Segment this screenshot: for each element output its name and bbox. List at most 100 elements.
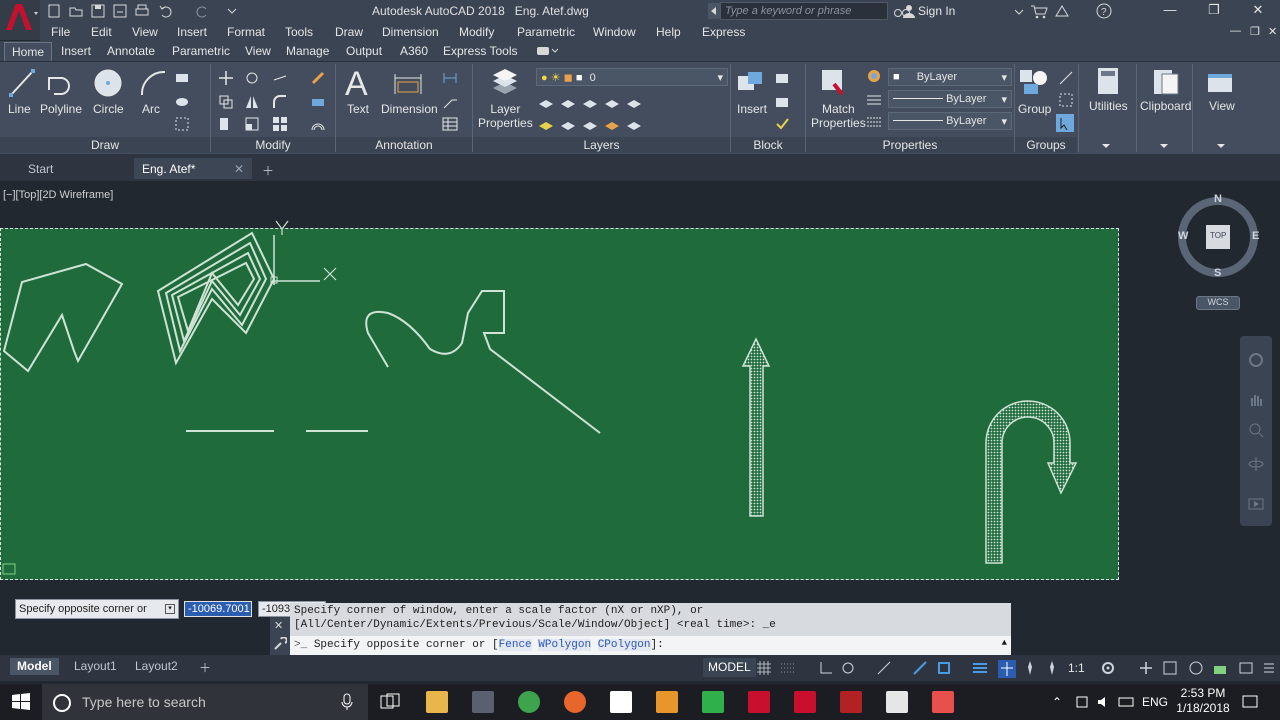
menu-help[interactable]: Help (656, 25, 681, 39)
lineweight-display-icon[interactable] (972, 660, 988, 676)
layer-walk-icon[interactable] (626, 116, 642, 132)
clipboard-button[interactable]: Clipboard (1140, 99, 1191, 113)
layer-off-icon[interactable] (538, 94, 554, 110)
undo-icon[interactable] (158, 3, 174, 19)
minimize-button[interactable]: — (1150, 2, 1190, 20)
line-icon[interactable] (8, 68, 36, 101)
workspace-gear-icon[interactable] (1100, 660, 1116, 676)
circle-icon[interactable] (93, 68, 123, 101)
cart-icon[interactable] (1030, 3, 1048, 22)
x-coordinate-input[interactable]: -10069.7001 (184, 601, 252, 617)
erase-icon[interactable] (310, 70, 326, 86)
menu-draw[interactable]: Draw (335, 25, 363, 39)
tab-model[interactable]: Model (10, 658, 59, 675)
action-center-icon[interactable] (1242, 694, 1258, 713)
insert-block-icon[interactable] (736, 68, 766, 101)
object-snap-icon[interactable] (936, 660, 952, 676)
tab-a360[interactable]: A360 (400, 44, 428, 58)
battery-icon[interactable] (1118, 694, 1136, 713)
tab-output[interactable]: Output (346, 44, 382, 58)
option-fence[interactable]: Fence (498, 639, 532, 651)
file-explorer-icon[interactable] (426, 691, 448, 713)
mirror-icon[interactable] (244, 94, 260, 110)
book-icon[interactable] (886, 691, 908, 713)
clipboard-dropdown-icon[interactable] (1158, 140, 1170, 154)
cortana-icon[interactable] (52, 693, 72, 716)
dimension-button[interactable]: Dimension (381, 102, 438, 116)
viewcube-top-face[interactable]: TOP (1210, 231, 1226, 240)
stretch-icon[interactable] (218, 116, 234, 132)
close-tab-icon[interactable]: ✕ (234, 162, 244, 176)
showmotion-icon[interactable] (1248, 496, 1264, 515)
dynamic-input-arrow-icon[interactable]: ▾ (165, 604, 175, 614)
tab-home[interactable]: Home (4, 42, 53, 61)
hatch-icon[interactable] (174, 94, 190, 110)
color-dropdown[interactable]: ■ ByLayer ▾ (888, 68, 1012, 86)
table-icon[interactable] (442, 116, 458, 132)
arc-icon[interactable] (138, 68, 168, 101)
arc-button[interactable]: Arc (142, 102, 160, 116)
annotation-scale[interactable]: 1:1 (1068, 661, 1085, 675)
calculator-app-icon[interactable] (472, 691, 494, 713)
insert-button[interactable]: Insert (737, 102, 767, 116)
tab-annotate[interactable]: Annotate (107, 44, 155, 58)
properties-panel-title[interactable]: Properties (806, 137, 1014, 153)
tab-manage[interactable]: Manage (286, 44, 329, 58)
hardware-acceleration-icon[interactable] (1212, 660, 1228, 676)
maximize-button[interactable]: ❐ (1194, 2, 1234, 20)
tab-parametric[interactable]: Parametric (172, 44, 230, 58)
linetype-dropdown[interactable]: ByLayer ▾ (888, 90, 1012, 108)
move-icon[interactable] (218, 70, 234, 86)
show-hidden-icons-icon[interactable]: ⌃ (1052, 695, 1062, 709)
layer-unisolate-icon[interactable] (538, 116, 554, 132)
autocad-logo[interactable] (0, 0, 40, 40)
snap-icon[interactable] (780, 660, 796, 676)
menu-tools[interactable]: Tools (285, 25, 313, 39)
text-button[interactable]: Text (347, 102, 369, 116)
layer-properties-icon[interactable] (490, 68, 520, 99)
option-cpolygon[interactable]: CPolygon (597, 639, 651, 651)
layer-dropdown[interactable]: ● ☀ ◼ ■ 0 ▾ (536, 68, 728, 86)
doc-minimize-icon[interactable]: — (1230, 25, 1241, 37)
lineweight-dropdown[interactable]: ByLayer ▾ (888, 112, 1012, 130)
view-dropdown-icon[interactable] (1215, 140, 1227, 154)
rotate-icon[interactable] (244, 70, 260, 86)
create-block-icon[interactable] (774, 70, 790, 86)
task-view-icon[interactable] (380, 693, 400, 714)
group-edit-icon[interactable] (1058, 92, 1074, 108)
selection-cycling-icon[interactable] (998, 660, 1016, 678)
pdf-icon[interactable] (840, 691, 862, 713)
autocad-taskbar-icon[interactable] (794, 691, 816, 713)
search-expand-icon[interactable] (708, 3, 720, 19)
layer-match-icon[interactable] (626, 94, 642, 110)
layer-properties-button[interactable]: Layer Properties (478, 102, 533, 130)
sign-in-button[interactable]: Sign In (918, 4, 955, 18)
mail-icon[interactable] (610, 691, 632, 713)
block-panel-title[interactable]: Block (731, 137, 805, 153)
edit-block-icon[interactable] (774, 94, 790, 110)
system-clock[interactable]: 2:53 PM 1/18/2018 (1168, 686, 1238, 716)
grid-icon[interactable] (756, 660, 772, 676)
view-button[interactable]: View (1209, 99, 1235, 113)
utilities-dropdown-icon[interactable] (1100, 140, 1112, 154)
app-red-icon[interactable] (748, 691, 770, 713)
circle-button[interactable]: Circle (93, 102, 124, 116)
compass-east[interactable]: E (1252, 230, 1259, 242)
exchange-icon[interactable] (1054, 3, 1070, 22)
open-folder-icon[interactable] (68, 3, 84, 19)
steering-wheel-icon[interactable] (1248, 352, 1264, 371)
rectangle-icon[interactable] (174, 70, 190, 86)
text-icon[interactable]: A (344, 65, 372, 103)
compass-west[interactable]: W (1178, 230, 1188, 242)
customize-command-icon[interactable] (273, 636, 288, 654)
block-attribute-icon[interactable] (774, 116, 790, 132)
tab-active-drawing[interactable]: Eng. Atef* ✕ (134, 158, 252, 179)
match-properties-button[interactable]: Match Properties (811, 102, 866, 130)
object-snap-tracking-icon[interactable] (912, 660, 928, 676)
compass-south[interactable]: S (1214, 267, 1221, 279)
layer-thaw-icon[interactable] (582, 116, 598, 132)
app-g-icon[interactable] (656, 691, 678, 713)
trim-icon[interactable] (272, 70, 288, 86)
firefox-icon[interactable] (564, 691, 586, 713)
microphone-icon[interactable] (340, 693, 354, 714)
